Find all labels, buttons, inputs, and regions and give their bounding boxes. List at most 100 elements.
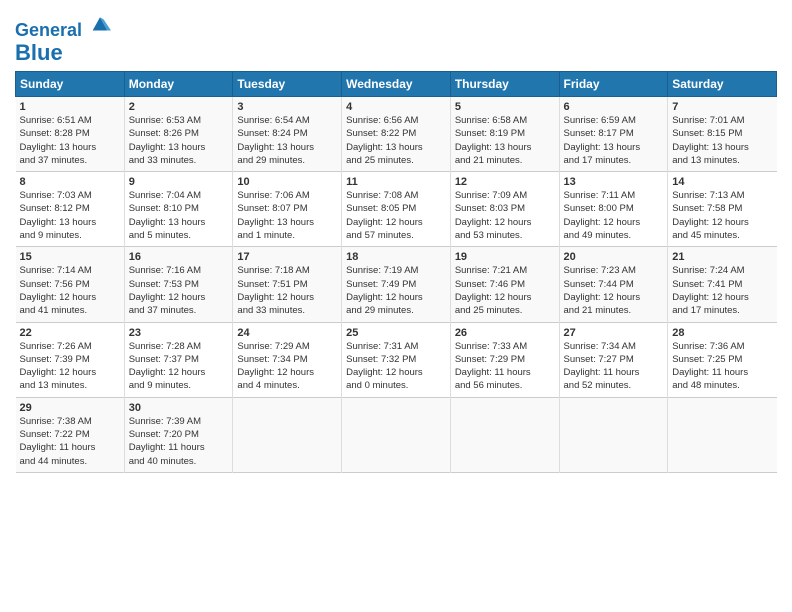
- calendar-cell: 19Sunrise: 7:21 AMSunset: 7:46 PMDayligh…: [450, 247, 559, 322]
- day-number: 14: [672, 176, 772, 188]
- day-number: 6: [564, 101, 664, 113]
- calendar-cell: [342, 397, 451, 472]
- calendar-cell: 4Sunrise: 6:56 AMSunset: 8:22 PMDaylight…: [342, 96, 451, 171]
- logo-blue-text: Blue: [15, 41, 111, 65]
- header-row: SundayMondayTuesdayWednesdayThursdayFrid…: [16, 71, 777, 96]
- page-container: General Blue SundayMondayTuesdayWednesda…: [0, 0, 792, 483]
- calendar-cell: 23Sunrise: 7:28 AMSunset: 7:37 PMDayligh…: [124, 322, 233, 397]
- day-number: 18: [346, 251, 446, 263]
- calendar-cell: 24Sunrise: 7:29 AMSunset: 7:34 PMDayligh…: [233, 322, 342, 397]
- cell-content: Sunrise: 6:59 AMSunset: 8:17 PMDaylight:…: [564, 114, 664, 167]
- day-number: 17: [237, 251, 337, 263]
- day-number: 24: [237, 327, 337, 339]
- cell-content: Sunrise: 7:34 AMSunset: 7:27 PMDaylight:…: [564, 340, 664, 393]
- cell-content: Sunrise: 6:53 AMSunset: 8:26 PMDaylight:…: [129, 114, 229, 167]
- cell-content: Sunrise: 7:23 AMSunset: 7:44 PMDaylight:…: [564, 264, 664, 317]
- cell-content: Sunrise: 7:19 AMSunset: 7:49 PMDaylight:…: [346, 264, 446, 317]
- day-number: 5: [455, 101, 555, 113]
- cell-content: Sunrise: 6:54 AMSunset: 8:24 PMDaylight:…: [237, 114, 337, 167]
- day-number: 28: [672, 327, 772, 339]
- calendar-cell: [233, 397, 342, 472]
- cell-content: Sunrise: 7:01 AMSunset: 8:15 PMDaylight:…: [672, 114, 772, 167]
- logo-icon: [89, 14, 111, 36]
- col-header-monday: Monday: [124, 71, 233, 96]
- day-number: 15: [20, 251, 120, 263]
- cell-content: Sunrise: 6:56 AMSunset: 8:22 PMDaylight:…: [346, 114, 446, 167]
- day-number: 23: [129, 327, 229, 339]
- logo-general: General: [15, 20, 82, 40]
- col-header-tuesday: Tuesday: [233, 71, 342, 96]
- day-number: 10: [237, 176, 337, 188]
- cell-content: Sunrise: 7:26 AMSunset: 7:39 PMDaylight:…: [20, 340, 120, 393]
- cell-content: Sunrise: 7:13 AMSunset: 7:58 PMDaylight:…: [672, 189, 772, 242]
- cell-content: Sunrise: 7:16 AMSunset: 7:53 PMDaylight:…: [129, 264, 229, 317]
- day-number: 8: [20, 176, 120, 188]
- calendar-cell: 7Sunrise: 7:01 AMSunset: 8:15 PMDaylight…: [668, 96, 777, 171]
- calendar-cell: 13Sunrise: 7:11 AMSunset: 8:00 PMDayligh…: [559, 172, 668, 247]
- day-number: 19: [455, 251, 555, 263]
- calendar-cell: 1Sunrise: 6:51 AMSunset: 8:28 PMDaylight…: [16, 96, 125, 171]
- calendar-cell: 30Sunrise: 7:39 AMSunset: 7:20 PMDayligh…: [124, 397, 233, 472]
- day-number: 25: [346, 327, 446, 339]
- cell-content: Sunrise: 7:18 AMSunset: 7:51 PMDaylight:…: [237, 264, 337, 317]
- cell-content: Sunrise: 7:11 AMSunset: 8:00 PMDaylight:…: [564, 189, 664, 242]
- calendar-cell: 29Sunrise: 7:38 AMSunset: 7:22 PMDayligh…: [16, 397, 125, 472]
- calendar-cell: 28Sunrise: 7:36 AMSunset: 7:25 PMDayligh…: [668, 322, 777, 397]
- cell-content: Sunrise: 7:21 AMSunset: 7:46 PMDaylight:…: [455, 264, 555, 317]
- cell-content: Sunrise: 7:28 AMSunset: 7:37 PMDaylight:…: [129, 340, 229, 393]
- logo-text: General: [15, 14, 111, 41]
- day-number: 1: [20, 101, 120, 113]
- week-row-3: 15Sunrise: 7:14 AMSunset: 7:56 PMDayligh…: [16, 247, 777, 322]
- calendar-cell: 18Sunrise: 7:19 AMSunset: 7:49 PMDayligh…: [342, 247, 451, 322]
- calendar-cell: 22Sunrise: 7:26 AMSunset: 7:39 PMDayligh…: [16, 322, 125, 397]
- calendar-cell: 12Sunrise: 7:09 AMSunset: 8:03 PMDayligh…: [450, 172, 559, 247]
- calendar-cell: 26Sunrise: 7:33 AMSunset: 7:29 PMDayligh…: [450, 322, 559, 397]
- calendar-cell: 16Sunrise: 7:16 AMSunset: 7:53 PMDayligh…: [124, 247, 233, 322]
- calendar-cell: 8Sunrise: 7:03 AMSunset: 8:12 PMDaylight…: [16, 172, 125, 247]
- cell-content: Sunrise: 7:36 AMSunset: 7:25 PMDaylight:…: [672, 340, 772, 393]
- cell-content: Sunrise: 7:31 AMSunset: 7:32 PMDaylight:…: [346, 340, 446, 393]
- day-number: 27: [564, 327, 664, 339]
- calendar-cell: 9Sunrise: 7:04 AMSunset: 8:10 PMDaylight…: [124, 172, 233, 247]
- calendar-cell: 27Sunrise: 7:34 AMSunset: 7:27 PMDayligh…: [559, 322, 668, 397]
- cell-content: Sunrise: 7:39 AMSunset: 7:20 PMDaylight:…: [129, 415, 229, 468]
- cell-content: Sunrise: 7:09 AMSunset: 8:03 PMDaylight:…: [455, 189, 555, 242]
- day-number: 29: [20, 402, 120, 414]
- day-number: 13: [564, 176, 664, 188]
- week-row-1: 1Sunrise: 6:51 AMSunset: 8:28 PMDaylight…: [16, 96, 777, 171]
- col-header-saturday: Saturday: [668, 71, 777, 96]
- logo: General Blue: [15, 14, 111, 65]
- cell-content: Sunrise: 7:33 AMSunset: 7:29 PMDaylight:…: [455, 340, 555, 393]
- day-number: 2: [129, 101, 229, 113]
- day-number: 3: [237, 101, 337, 113]
- cell-content: Sunrise: 7:03 AMSunset: 8:12 PMDaylight:…: [20, 189, 120, 242]
- day-number: 30: [129, 402, 229, 414]
- calendar-cell: 10Sunrise: 7:06 AMSunset: 8:07 PMDayligh…: [233, 172, 342, 247]
- week-row-5: 29Sunrise: 7:38 AMSunset: 7:22 PMDayligh…: [16, 397, 777, 472]
- calendar-cell: 11Sunrise: 7:08 AMSunset: 8:05 PMDayligh…: [342, 172, 451, 247]
- calendar-cell: 20Sunrise: 7:23 AMSunset: 7:44 PMDayligh…: [559, 247, 668, 322]
- calendar-cell: 6Sunrise: 6:59 AMSunset: 8:17 PMDaylight…: [559, 96, 668, 171]
- cell-content: Sunrise: 7:14 AMSunset: 7:56 PMDaylight:…: [20, 264, 120, 317]
- day-number: 12: [455, 176, 555, 188]
- week-row-4: 22Sunrise: 7:26 AMSunset: 7:39 PMDayligh…: [16, 322, 777, 397]
- day-number: 21: [672, 251, 772, 263]
- day-number: 7: [672, 101, 772, 113]
- calendar-table: SundayMondayTuesdayWednesdayThursdayFrid…: [15, 71, 777, 473]
- day-number: 16: [129, 251, 229, 263]
- cell-content: Sunrise: 7:08 AMSunset: 8:05 PMDaylight:…: [346, 189, 446, 242]
- cell-content: Sunrise: 6:58 AMSunset: 8:19 PMDaylight:…: [455, 114, 555, 167]
- calendar-cell: 3Sunrise: 6:54 AMSunset: 8:24 PMDaylight…: [233, 96, 342, 171]
- col-header-thursday: Thursday: [450, 71, 559, 96]
- cell-content: Sunrise: 7:24 AMSunset: 7:41 PMDaylight:…: [672, 264, 772, 317]
- day-number: 20: [564, 251, 664, 263]
- day-number: 4: [346, 101, 446, 113]
- cell-content: Sunrise: 7:38 AMSunset: 7:22 PMDaylight:…: [20, 415, 120, 468]
- calendar-cell: [450, 397, 559, 472]
- calendar-cell: [668, 397, 777, 472]
- calendar-cell: 25Sunrise: 7:31 AMSunset: 7:32 PMDayligh…: [342, 322, 451, 397]
- calendar-cell: 5Sunrise: 6:58 AMSunset: 8:19 PMDaylight…: [450, 96, 559, 171]
- calendar-cell: 15Sunrise: 7:14 AMSunset: 7:56 PMDayligh…: [16, 247, 125, 322]
- header: General Blue: [15, 10, 777, 65]
- cell-content: Sunrise: 7:29 AMSunset: 7:34 PMDaylight:…: [237, 340, 337, 393]
